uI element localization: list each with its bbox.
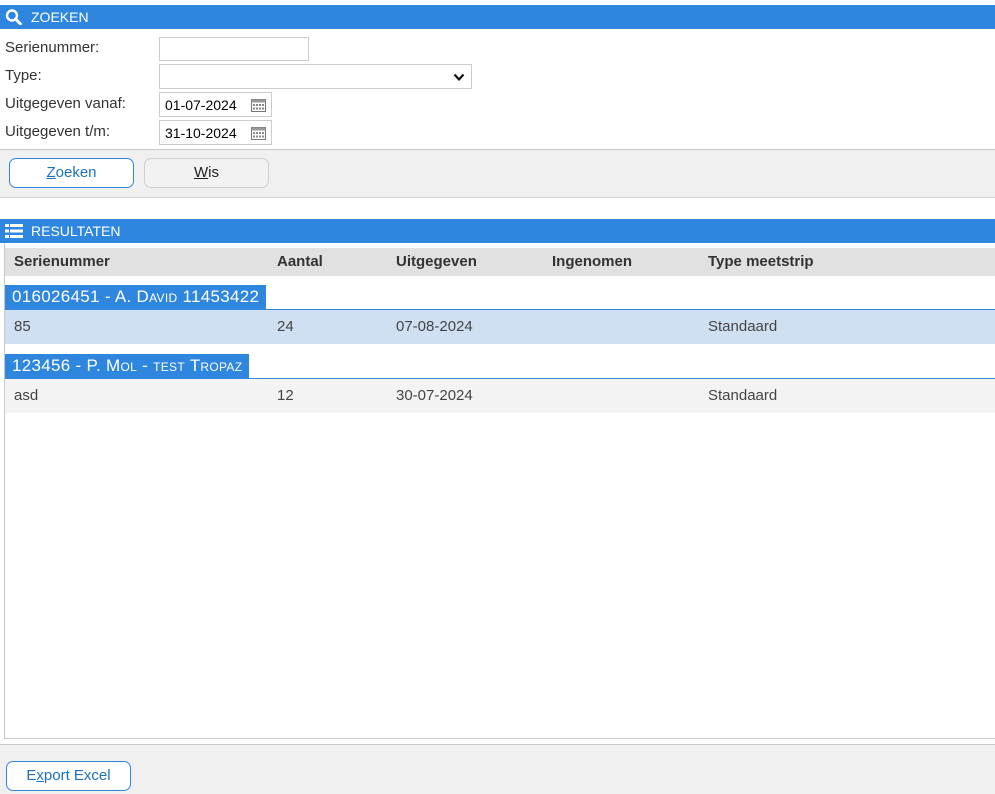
- issued-from-input[interactable]: 01-07-2024: [159, 92, 272, 117]
- group-label: 123456 - P. Mol - test Tropaz: [5, 354, 250, 378]
- issued-from-label: Uitgegeven vanaf:: [5, 95, 126, 112]
- search-button[interactable]: Zoeken: [9, 158, 134, 188]
- column-header-returned[interactable]: Ingenomen: [552, 253, 632, 270]
- table-header-row: Serienummer Aantal Uitgegeven Ingenomen …: [5, 248, 995, 276]
- search-panel-header: ZOEKEN: [0, 5, 995, 29]
- export-excel-button[interactable]: Export Excel: [6, 761, 131, 791]
- search-icon: [5, 9, 22, 25]
- clear-button-label: is: [208, 164, 219, 181]
- cell-serial: 85: [14, 318, 31, 335]
- column-header-strip-type[interactable]: Type meetstrip: [708, 253, 814, 270]
- issued-to-label: Uitgegeven t/m:: [5, 123, 111, 140]
- cell-strip-type: Standaard: [708, 387, 778, 404]
- group-label: 016026451 - A. David 11453422: [5, 285, 267, 309]
- group-header: 016026451 - A. David 11453422: [5, 285, 995, 310]
- clear-button-accel: W: [193, 164, 209, 181]
- search-button-bar: Zoeken Wis: [0, 149, 995, 198]
- type-select[interactable]: [159, 64, 472, 89]
- search-panel-title: ZOEKEN: [31, 9, 89, 25]
- search-button-accel: Z: [46, 164, 56, 181]
- type-label: Type:: [5, 67, 42, 84]
- cell-count: 24: [277, 318, 294, 335]
- footer-bar: Export Excel: [0, 744, 995, 794]
- results-panel-header: RESULTATEN: [0, 219, 995, 243]
- export-button-pre: E: [26, 767, 37, 784]
- cell-issued: 07-08-2024: [396, 318, 473, 335]
- clear-button[interactable]: Wis: [144, 158, 269, 188]
- search-button-label: oeken: [55, 164, 97, 181]
- table-row[interactable]: asd 12 30-07-2024 Standaard: [5, 379, 995, 413]
- serial-number-label: Serienummer:: [5, 39, 100, 56]
- issued-to-value: 31-10-2024: [165, 125, 237, 141]
- cell-strip-type: Standaard: [708, 318, 778, 335]
- table-row[interactable]: 85 24 07-08-2024 Standaard: [5, 310, 995, 344]
- export-button-label: port Excel: [43, 767, 111, 784]
- cell-issued: 30-07-2024: [396, 387, 473, 404]
- cell-serial: asd: [14, 387, 39, 404]
- issued-to-input[interactable]: 31-10-2024: [159, 120, 272, 145]
- calendar-icon[interactable]: [251, 98, 266, 112]
- chevron-down-icon: [453, 73, 465, 81]
- list-icon: [5, 224, 23, 238]
- column-header-count[interactable]: Aantal: [277, 253, 323, 270]
- cell-count: 12: [277, 387, 294, 404]
- column-header-issued[interactable]: Uitgegeven: [396, 253, 477, 270]
- results-table: Serienummer Aantal Uitgegeven Ingenomen …: [4, 243, 995, 739]
- calendar-icon[interactable]: [251, 126, 266, 140]
- results-panel-title: RESULTATEN: [31, 223, 121, 239]
- column-header-serial[interactable]: Serienummer: [14, 253, 110, 270]
- serial-number-input[interactable]: [159, 37, 309, 61]
- group-header: 123456 - P. Mol - test Tropaz: [5, 354, 995, 379]
- issued-from-value: 01-07-2024: [165, 97, 237, 113]
- export-button-accel: x: [36, 767, 44, 784]
